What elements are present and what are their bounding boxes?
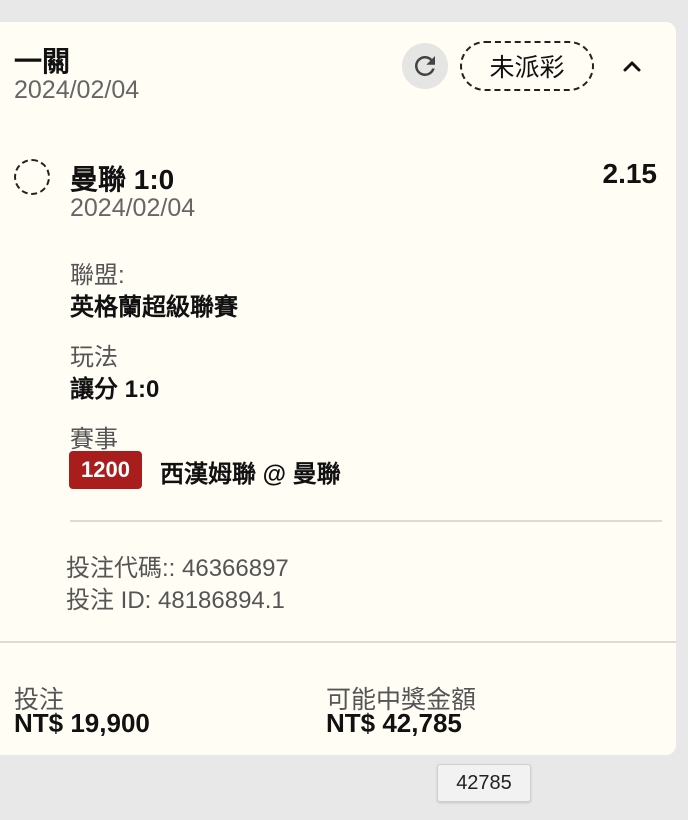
stake-value: NT$ 19,900 xyxy=(14,708,150,738)
event-label: 賽事 xyxy=(70,426,118,453)
footer-divider xyxy=(0,641,676,643)
payout-value: NT$ 42,785 xyxy=(326,708,462,738)
league-label: 聯盟: xyxy=(70,262,125,289)
bet-id: 投注 ID: 48186894.1 xyxy=(66,587,285,614)
league-value: 英格蘭超級聯賽 xyxy=(70,294,238,321)
bet-code: 投注代碼:: 46366897 xyxy=(66,555,289,582)
chevron-up-icon xyxy=(623,61,641,72)
event-id-badge: 1200 xyxy=(69,451,142,489)
section-divider xyxy=(70,520,662,522)
selection-date: 2024/02/04 xyxy=(70,194,196,222)
payout-tooltip: 42785 xyxy=(437,764,531,802)
market-label: 玩法 xyxy=(70,344,118,371)
event-name: 西漢姆聯 @ 曼聯 xyxy=(160,461,341,488)
refresh-icon xyxy=(415,55,435,76)
collapse-button[interactable] xyxy=(614,50,650,82)
selection-status-icon xyxy=(14,159,50,195)
selection-odds: 2.15 xyxy=(602,158,658,189)
bet-type-title: 一關 xyxy=(14,46,71,77)
bet-date: 2024/02/04 xyxy=(14,76,140,104)
refresh-button[interactable] xyxy=(402,43,448,89)
payout-status-badge: 未派彩 xyxy=(460,41,594,91)
selection-name: 曼聯 1:0 xyxy=(70,164,175,195)
market-value: 讓分 1:0 xyxy=(70,376,160,403)
